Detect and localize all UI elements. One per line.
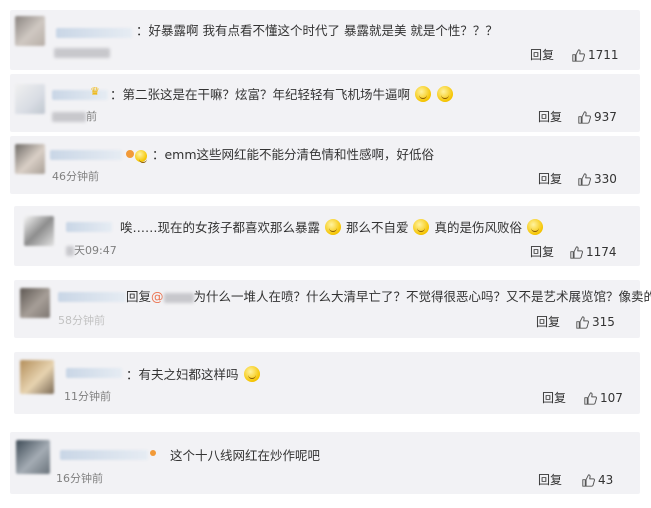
comment-time: 16分钟前 (56, 472, 103, 485)
mention-blurred (163, 292, 194, 303)
comment-text: ：有夫之妇都这样吗 (126, 366, 261, 383)
mentioned-user-link[interactable]: @ (151, 289, 194, 304)
comment-text: ：第二张这是在干嘛？炫富？年纪轻轻有飞机场牛逼啊 (110, 86, 454, 103)
like-count: 330 (594, 172, 617, 186)
badge-icon (126, 150, 134, 158)
comment-text: 这个十八线网红在炒作呢吧 (170, 448, 321, 463)
reply-button[interactable]: 回复 (530, 48, 554, 62)
comment-text-part: 真的是伤风败俗 (434, 220, 522, 235)
comment-card-1: ：好暴露啊 我有点看不懂这个时代了 暴露就是美 就是个性？？？ 回复 1711 (10, 10, 640, 70)
like-count: 107 (600, 391, 623, 405)
username-blurred[interactable] (66, 368, 122, 378)
comment-card-5: 回复@ 为什么一堆人在喷？什么大清早亡了？不觉得很恶心吗？又不是艺术展览馆？像卖的… (14, 280, 651, 338)
comment-card-2: ♛ ：第二张这是在干嘛？炫富？年纪轻轻有飞机场牛逼啊 前 回复 937 (10, 74, 640, 132)
comment-card-6: ：有夫之妇都这样吗 11分钟前 回复 107 (14, 352, 640, 414)
like-button[interactable]: 330 (578, 172, 617, 186)
smiley-emoji-icon (436, 86, 453, 102)
time-suffix: 前 (86, 110, 97, 123)
crown-icon: ♛ (90, 85, 100, 98)
reply-button[interactable]: 回复 (538, 473, 562, 487)
comment-time: 11分钟前 (64, 390, 111, 403)
comment-text: ：emm这些网红能不能分清色情和性感啊，好低俗 (134, 147, 434, 163)
comment-text: 唉……现在的女孩子都喜欢那么暴露 那么不自爱 真的是伤风败俗 (120, 219, 544, 236)
like-button[interactable]: 107 (584, 391, 623, 405)
avatar[interactable] (16, 440, 50, 474)
like-count: 1711 (588, 48, 619, 62)
like-button[interactable]: 315 (576, 315, 615, 329)
smiley-emoji-icon (415, 86, 431, 102)
avatar[interactable] (15, 16, 45, 46)
comment-text-part: 唉……现在的女孩子都喜欢那么暴露 (120, 220, 321, 235)
comment-time: 58分钟前 (58, 314, 105, 327)
avatar[interactable] (20, 360, 54, 394)
like-button[interactable]: 1174 (570, 245, 617, 259)
username-blurred[interactable] (58, 292, 126, 302)
thumbs-up-icon (584, 392, 597, 405)
like-count: 937 (594, 110, 617, 124)
avatar[interactable] (24, 216, 54, 246)
comment-text-part: 那么不自爱 (345, 220, 409, 235)
reply-button[interactable]: 回复 (542, 391, 566, 405)
smiley-emoji-icon (325, 219, 341, 235)
like-button[interactable]: 43 (582, 473, 613, 487)
comment-time: 前 (52, 110, 97, 124)
username-blurred[interactable] (56, 28, 132, 38)
thumbs-up-icon (582, 474, 595, 487)
smiley-emoji-icon (526, 219, 543, 235)
crying-emoji-icon (243, 366, 260, 382)
like-count: 43 (598, 473, 614, 487)
smiley-emoji-icon (135, 150, 147, 163)
smiley-emoji-icon (413, 219, 430, 235)
avatar[interactable] (20, 288, 50, 318)
thumbs-up-icon (578, 111, 591, 124)
thumbs-up-icon (576, 316, 589, 329)
avatar[interactable] (15, 84, 45, 114)
time-blurred (66, 246, 74, 256)
avatar[interactable] (15, 144, 45, 174)
comment-text: 回复@ 为什么一堆人在喷？什么大清早亡了？不觉得很恶心吗？又不是艺术展览馆？像卖的 (126, 289, 651, 305)
comment-text-body: ：有夫之妇都这样吗 (126, 367, 239, 382)
reply-button[interactable]: 回复 (538, 110, 562, 124)
like-button[interactable]: 937 (578, 110, 617, 124)
reply-button[interactable]: 回复 (538, 172, 562, 186)
comment-time: 天09:47 (66, 244, 117, 258)
comment-card-4: 唉……现在的女孩子都喜欢那么暴露 那么不自爱 真的是伤风败俗 天09:47 回复… (14, 206, 640, 266)
comment-card-3: ：emm这些网红能不能分清色情和性感啊，好低俗 46分钟前 回复 330 (10, 136, 640, 194)
reply-prefix: 回复 (126, 289, 152, 304)
thumbs-up-icon (578, 173, 591, 186)
thumbs-up-icon (570, 246, 583, 259)
thumbs-up-icon (572, 49, 585, 62)
reply-button[interactable]: 回复 (536, 315, 560, 329)
comment-card-7: 这个十八线网红在炒作呢吧 16分钟前 回复 43 (10, 432, 640, 494)
like-count: 315 (592, 315, 615, 329)
username-blurred[interactable] (66, 222, 112, 232)
comment-text-body: ：第二张这是在干嘛？炫富？年纪轻轻有飞机场牛逼啊 (110, 87, 411, 102)
time-blurred (52, 112, 86, 122)
badge-icon (150, 450, 156, 456)
username-blurred[interactable] (50, 150, 122, 160)
comment-text-body: 为什么一堆人在喷？什么大清早亡了？不觉得很恶心吗？又不是艺术展览馆？像卖的 (193, 289, 651, 304)
like-count: 1174 (586, 245, 617, 259)
comment-time (54, 46, 110, 60)
time-blurred (54, 48, 110, 58)
comment-time: 46分钟前 (52, 170, 99, 183)
time-suffix: 天09:47 (74, 244, 117, 257)
like-button[interactable]: 1711 (572, 48, 619, 62)
reply-button[interactable]: 回复 (530, 245, 554, 259)
comment-text: ：好暴露啊 我有点看不懂这个时代了 暴露就是美 就是个性？？？ (136, 23, 498, 38)
username-blurred[interactable] (60, 450, 148, 460)
comment-text-body: ：emm这些网红能不能分清色情和性感啊，好低俗 (151, 147, 435, 162)
